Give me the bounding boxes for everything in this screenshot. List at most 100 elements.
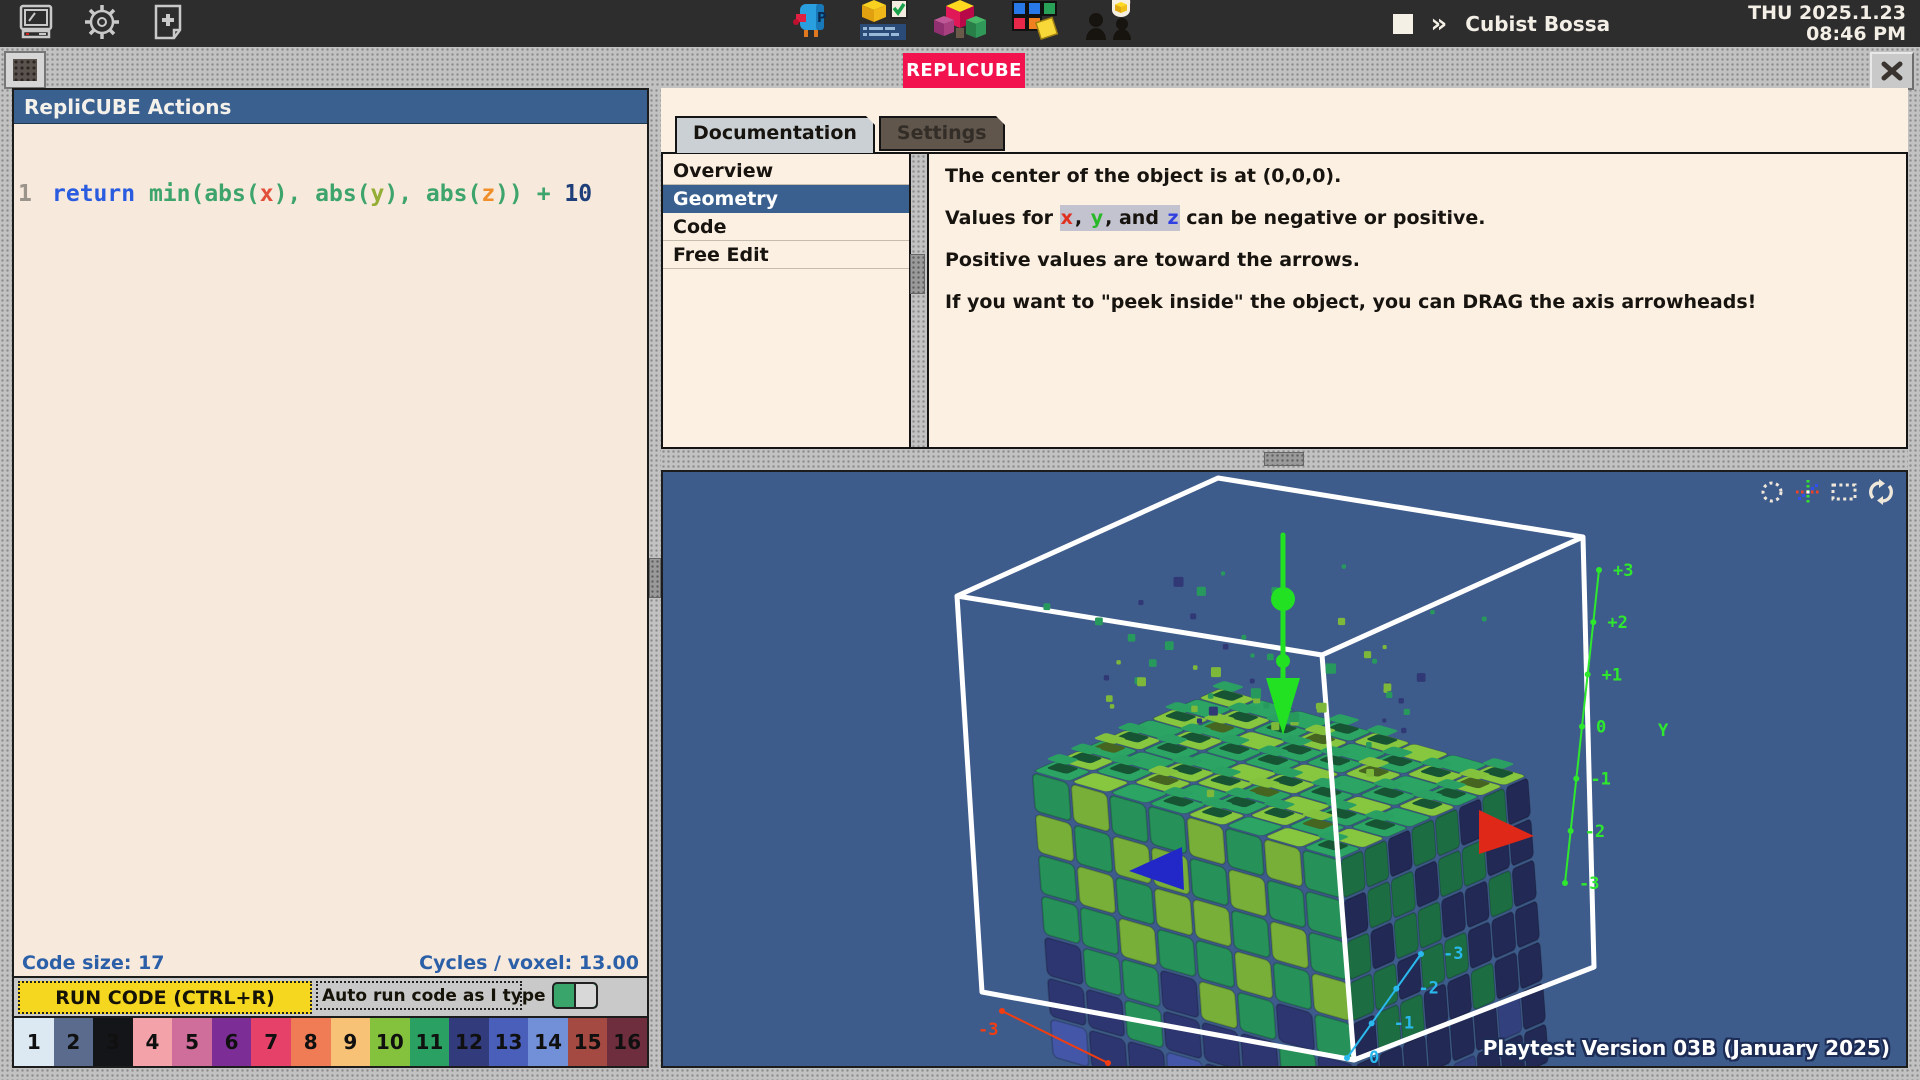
version-label: Playtest Version 03B (January 2025) (1483, 1036, 1890, 1060)
palette-swatch-1[interactable]: 1 (14, 1018, 54, 1066)
vertical-splitter[interactable] (649, 88, 661, 1068)
code-token: return (52, 181, 149, 207)
svg-text:0: 0 (1369, 1048, 1379, 1066)
svg-text:-2: -2 (1418, 979, 1438, 999)
window-border-right (1908, 88, 1920, 1068)
reset-view-icon[interactable] (1866, 478, 1896, 506)
tab-corner (996, 116, 1005, 125)
computer-icon[interactable] (16, 2, 56, 46)
doc-content-box: OverviewGeometryCodeFree Edit The center… (661, 152, 1908, 449)
palette-swatch-4[interactable]: 4 (133, 1018, 173, 1066)
doc-nav-item-overview[interactable]: Overview (663, 157, 909, 185)
svg-text:0: 0 (1596, 718, 1606, 738)
window-border-left (0, 88, 12, 1068)
community-icon[interactable] (1084, 0, 1138, 46)
svg-text:-2: -2 (1585, 822, 1605, 842)
doc-nav-item-free-edit[interactable]: Free Edit (663, 241, 909, 269)
palette-swatch-15[interactable]: 15 (568, 1018, 608, 1066)
auto-run-toggle[interactable] (552, 982, 598, 1009)
axes-icon[interactable] (1794, 478, 1822, 506)
new-file-icon[interactable] (148, 2, 188, 46)
svg-text:-3: -3 (978, 1020, 998, 1040)
window-border-bottom (0, 1068, 1920, 1080)
voxel-scene[interactable]: +3+2+10-1-2-3Y-3-2-10-3-2 (663, 472, 1906, 1066)
doc-nav-list: OverviewGeometryCodeFree Edit (663, 154, 909, 447)
line-number: 1 (14, 181, 52, 207)
palette-swatch-3[interactable]: 3 (93, 1018, 133, 1066)
doc-splitter[interactable] (909, 154, 929, 447)
clock-date: THU 2025.1.23 (1748, 3, 1906, 24)
svg-text:-1: -1 (1590, 770, 1610, 790)
documentation-panel: DocumentationSettings OverviewGeometryCo… (661, 88, 1908, 449)
doc-tabs: DocumentationSettings (675, 116, 1005, 151)
svg-text:+1: +1 (1602, 665, 1622, 685)
code-token: z (481, 181, 495, 207)
palette-swatch-5[interactable]: 5 (172, 1018, 212, 1066)
doc-paragraph: Positive values are toward the arrows. (945, 247, 1890, 273)
code-token: 10 (564, 181, 592, 207)
palette-swatch-6[interactable]: 6 (212, 1018, 252, 1066)
vertical-splitter-handle[interactable] (649, 558, 661, 598)
clock-time: 08:46 PM (1748, 24, 1906, 45)
code-token: min(abs( (149, 181, 260, 207)
toggle-knob (574, 984, 596, 1007)
editor-status-row: Code size: 17 Cycles / voxel: 13.00 (14, 949, 647, 976)
svg-text:-3: -3 (1443, 944, 1463, 964)
stop-icon[interactable] (1393, 14, 1413, 34)
skip-track-icon[interactable]: » (1431, 14, 1448, 34)
code-size-label: Code size: 17 (22, 952, 165, 974)
palette-swatch-2[interactable]: 2 (54, 1018, 94, 1066)
palette-swatch-9[interactable]: 9 (331, 1018, 371, 1066)
doc-nav-item-geometry[interactable]: Geometry (663, 185, 909, 213)
run-row: RUN CODE (CTRL+R) Auto run code as I typ… (14, 976, 647, 1016)
horizontal-splitter[interactable] (661, 449, 1908, 470)
music-track-label: Cubist Bossa (1465, 12, 1610, 36)
palette-swatch-8[interactable]: 8 (291, 1018, 331, 1066)
voxel-viewport[interactable]: +3+2+10-1-2-3Y-3-2-10-3-2 (661, 470, 1908, 1068)
run-code-button[interactable]: RUN CODE (CTRL+R) (18, 981, 312, 1014)
tab-documentation[interactable]: Documentation (675, 116, 875, 153)
window-menu-icon[interactable] (4, 51, 46, 89)
tab-corner (866, 116, 875, 125)
code-token: )) + (495, 181, 564, 207)
svg-text:P: P (817, 11, 827, 26)
bounds-icon[interactable] (1830, 478, 1858, 506)
auto-run-box[interactable]: Auto run code as I type (316, 981, 522, 1010)
palette-swatch-10[interactable]: 10 (370, 1018, 410, 1066)
doc-paragraph: If you want to "peek inside" the object,… (945, 289, 1890, 315)
palette-swatch-14[interactable]: 14 (528, 1018, 568, 1066)
clock: THU 2025.1.23 08:46 PM (1748, 3, 1906, 45)
taskbar: P (0, 0, 1920, 47)
close-icon (1881, 61, 1903, 81)
svg-text:-3: -3 (1579, 874, 1599, 894)
color-palette: 12345678910111213141516 (14, 1016, 647, 1066)
doc-body: The center of the object is at (0,0,0).V… (929, 154, 1906, 447)
tab-settings[interactable]: Settings (879, 116, 1005, 151)
doc-nav-item-code[interactable]: Code (663, 213, 909, 241)
close-button[interactable] (1870, 52, 1914, 90)
svg-text:+3: +3 (1613, 561, 1633, 581)
replicube-levels-icon[interactable] (934, 0, 986, 46)
code-token: ), abs( (274, 181, 371, 207)
palette-grid-icon[interactable] (1010, 0, 1060, 46)
svg-text:+2: +2 (1607, 613, 1627, 633)
code-token: x (260, 181, 274, 207)
code-editor[interactable]: 1return min(abs(x), abs(y), abs(z)) + 10 (14, 124, 647, 949)
tasks-cube-icon[interactable] (858, 0, 910, 46)
auto-run-label: Auto run code as I type (322, 986, 546, 1006)
code-token: y (371, 181, 385, 207)
svg-text:-1: -1 (1394, 1013, 1414, 1033)
palette-swatch-12[interactable]: 12 (449, 1018, 489, 1066)
palette-swatch-7[interactable]: 7 (251, 1018, 291, 1066)
settings-gear-icon[interactable] (82, 2, 122, 46)
replicube-window-tab[interactable]: REPLICUBE (903, 53, 1025, 88)
doc-splitter-handle[interactable] (910, 254, 925, 294)
orbit-icon[interactable] (1758, 478, 1786, 506)
palette-swatch-11[interactable]: 11 (410, 1018, 450, 1066)
code-line[interactable]: 1return min(abs(x), abs(y), abs(z)) + 10 (14, 181, 647, 207)
horizontal-splitter-handle[interactable] (1264, 452, 1304, 466)
palette-swatch-13[interactable]: 13 (489, 1018, 529, 1066)
editor-title: RepliCUBE Actions (14, 90, 647, 124)
palette-swatch-16[interactable]: 16 (607, 1018, 647, 1066)
mailbox-icon[interactable]: P (790, 0, 834, 46)
